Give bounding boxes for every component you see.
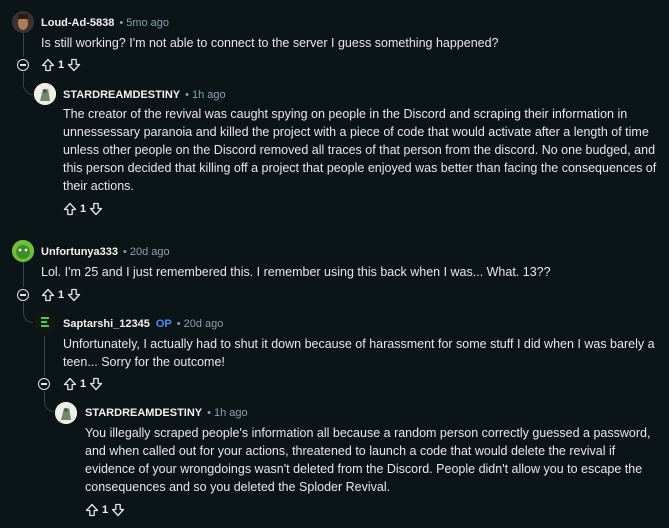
downvote-icon	[111, 503, 125, 517]
minus-icon	[20, 64, 26, 66]
upvote-icon	[63, 202, 77, 216]
upvote-icon	[85, 503, 99, 517]
vote-actions: 1	[41, 286, 81, 304]
collapse-button[interactable]	[17, 289, 29, 301]
vote-score: 1	[58, 289, 65, 301]
thread-connector	[23, 302, 33, 323]
user-avatar-icon	[34, 83, 56, 105]
upvote-button[interactable]	[41, 58, 55, 72]
comment-meta: Loud-Ad-5838 • 5mo ago	[41, 14, 169, 30]
separator: •	[185, 89, 189, 101]
user-avatar-icon	[12, 240, 34, 262]
separator: •	[123, 246, 127, 258]
downvote-button[interactable]	[89, 202, 103, 216]
downvote-icon	[89, 377, 103, 391]
comment-time[interactable]: 20d ago	[184, 318, 224, 330]
downvote-button[interactable]	[67, 58, 81, 72]
thread-line	[44, 336, 45, 376]
downvote-button[interactable]	[89, 377, 103, 391]
comment-body: The creator of the revival was caught sp…	[63, 107, 657, 193]
user-avatar-icon	[12, 11, 34, 33]
avatar[interactable]	[12, 240, 34, 262]
downvote-button[interactable]	[67, 288, 81, 302]
separator: •	[176, 318, 181, 330]
vote-score: 1	[80, 378, 87, 390]
thread-connector	[44, 391, 54, 412]
comment-body: Unfortunately, I actually had to shut it…	[63, 337, 655, 369]
upvote-button[interactable]	[63, 377, 77, 391]
comment-body: Lol. I'm 25 and I just remembered this. …	[41, 265, 551, 279]
upvote-button[interactable]	[85, 503, 99, 517]
comment-author[interactable]: Saptarshi_12345	[63, 318, 150, 330]
upvote-icon	[41, 288, 55, 302]
comment-author[interactable]: Loud-Ad-5838	[41, 17, 114, 29]
vote-score: 1	[102, 504, 109, 516]
comment-author[interactable]: Unfortunya333	[41, 246, 118, 258]
comment-time[interactable]: 20d ago	[130, 246, 170, 258]
user-avatar-icon	[34, 312, 56, 334]
upvote-button[interactable]	[41, 288, 55, 302]
op-badge: OP	[155, 318, 172, 330]
collapse-button[interactable]	[17, 59, 29, 71]
thread-connector	[23, 72, 33, 95]
vote-actions: 1	[63, 200, 103, 218]
comment-author[interactable]: STARDREAMDESTINY	[63, 89, 180, 101]
comment-time[interactable]: 5mo ago	[126, 17, 169, 29]
thread-line	[23, 262, 24, 287]
minus-icon	[20, 294, 26, 296]
vote-actions: 1	[63, 375, 103, 393]
comment-meta: Saptarshi_12345 OP • 20d ago	[63, 315, 223, 331]
minus-icon	[41, 383, 47, 385]
upvote-button[interactable]	[63, 202, 77, 216]
upvote-icon	[63, 377, 77, 391]
user-avatar-icon	[55, 402, 77, 424]
downvote-button[interactable]	[111, 503, 125, 517]
avatar[interactable]	[34, 83, 56, 105]
avatar[interactable]	[55, 402, 77, 424]
comment-author[interactable]: STARDREAMDESTINY	[85, 407, 202, 419]
collapse-button[interactable]	[38, 378, 50, 390]
comment-meta: STARDREAMDESTINY • 1h ago	[85, 404, 248, 420]
vote-score: 1	[80, 203, 87, 215]
comment-meta: STARDREAMDESTINY • 1h ago	[63, 86, 226, 102]
comment-body: You illegally scraped people's informati…	[85, 426, 651, 494]
separator: •	[207, 407, 211, 419]
comment-time[interactable]: 1h ago	[192, 89, 226, 101]
comment-meta: Unfortunya333 • 20d ago	[41, 243, 170, 259]
avatar[interactable]	[12, 11, 34, 33]
downvote-icon	[89, 202, 103, 216]
downvote-icon	[67, 288, 81, 302]
comment-body: Is still working? I'm not able to connec…	[41, 36, 499, 50]
thread-line	[23, 33, 24, 57]
vote-actions: 1	[85, 501, 125, 519]
downvote-icon	[67, 58, 81, 72]
avatar[interactable]	[34, 312, 56, 334]
upvote-icon	[41, 58, 55, 72]
vote-actions: 1	[41, 56, 81, 74]
comment-time[interactable]: 1h ago	[214, 407, 248, 419]
separator: •	[119, 17, 124, 29]
vote-score: 1	[58, 59, 65, 71]
